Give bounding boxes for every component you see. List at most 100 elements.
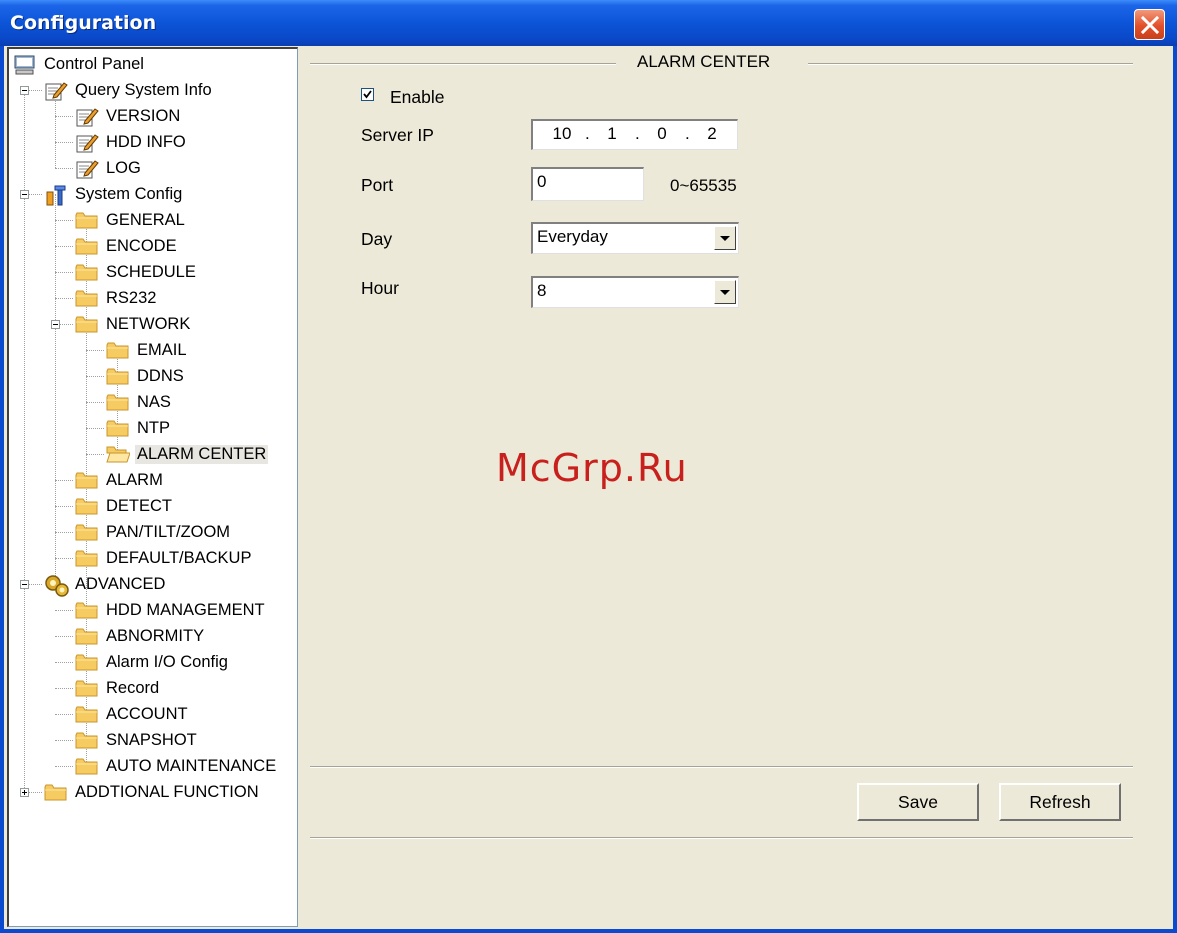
tree-connector-line: [55, 636, 73, 637]
tree-connector-line: [86, 376, 104, 377]
tree-item-network[interactable]: NETWORK: [9, 313, 297, 335]
tree-item-account[interactable]: ACCOUNT: [9, 703, 297, 725]
tree-connector-line: [55, 714, 73, 715]
tree-connector-line: [55, 662, 73, 663]
monitor-icon: [13, 54, 37, 81]
tree-item-detect[interactable]: DETECT: [9, 495, 297, 517]
folder-icon: [75, 626, 99, 651]
tree-connector-line: [55, 298, 73, 299]
tree-item-default-backup[interactable]: DEFAULT/BACKUP: [9, 547, 297, 569]
enable-label: Enable: [390, 87, 445, 107]
tree-connector-line: [55, 480, 73, 481]
hour-dropdown-button[interactable]: [714, 280, 736, 304]
collapse-icon[interactable]: [51, 320, 60, 329]
tree-item-ntp[interactable]: NTP: [9, 417, 297, 439]
notepad-icon: [75, 158, 99, 185]
port-input[interactable]: 0: [531, 167, 644, 201]
tree-item-label: System Config: [75, 185, 183, 203]
tree-item-schedule[interactable]: SCHEDULE: [9, 261, 297, 283]
tree-item-auto-maintenance[interactable]: AUTO MAINTENANCE: [9, 755, 297, 777]
folder-icon: [75, 756, 99, 781]
notepad-icon: [75, 132, 99, 159]
notepad-icon: [44, 80, 68, 107]
tree-item-alarm[interactable]: ALARM: [9, 469, 297, 491]
folder-icon: [75, 730, 99, 755]
section-title: ALARM CENTER: [637, 52, 771, 71]
ip-octet-4[interactable]: 2: [697, 124, 727, 144]
tree-item-rs232[interactable]: RS232: [9, 287, 297, 309]
expand-icon[interactable]: [20, 788, 29, 797]
day-select[interactable]: Everyday: [531, 222, 739, 254]
tree-item-label: PAN/TILT/ZOOM: [106, 523, 231, 541]
server-ip-label: Server IP: [361, 125, 434, 145]
folder-icon: [75, 652, 99, 677]
tree-item-hdd-info[interactable]: HDD INFO: [9, 131, 297, 153]
tree-item-general[interactable]: GENERAL: [9, 209, 297, 231]
tree-item-control-panel[interactable]: Control Panel: [9, 53, 297, 75]
tools-icon: [44, 184, 68, 211]
day-dropdown-button[interactable]: [714, 226, 736, 250]
tree-item-label: AUTO MAINTENANCE: [106, 757, 277, 775]
collapse-icon[interactable]: [20, 580, 29, 589]
save-button[interactable]: Save: [857, 783, 979, 821]
tree-item-email[interactable]: EMAIL: [9, 339, 297, 361]
folder-icon: [75, 314, 99, 339]
tree-item-label: Record: [106, 679, 160, 697]
alarm-center-panel: ALARM CENTER Enable Server IP 10 . 1 . 0…: [302, 46, 1173, 929]
chevron-down-icon: [720, 290, 730, 295]
window-title: Configuration: [10, 12, 157, 34]
refresh-button[interactable]: Refresh: [999, 783, 1121, 821]
tree-item-alarm-center[interactable]: ALARM CENTER: [9, 443, 297, 465]
tree-item-alarm-i-o-config[interactable]: Alarm I/O Config: [9, 651, 297, 673]
tree-item-label: ALARM CENTER: [135, 445, 269, 464]
tree-item-record[interactable]: Record: [9, 677, 297, 699]
tree-item-system-config[interactable]: System Config: [9, 183, 297, 206]
folder-icon: [75, 704, 99, 729]
day-label: Day: [361, 229, 393, 249]
folder-icon: [75, 548, 99, 573]
tree-item-label: LOG: [106, 159, 141, 177]
folder-icon: [75, 236, 99, 261]
folder-icon: [75, 288, 99, 313]
ip-octet-1[interactable]: 10: [547, 124, 577, 144]
tree-item-encode[interactable]: ENCODE: [9, 235, 297, 257]
server-ip-input[interactable]: 10 . 1 . 0 . 2: [531, 119, 738, 150]
tree-item-abnormity[interactable]: ABNORMITY: [9, 625, 297, 647]
section-divider-left: [310, 63, 616, 65]
collapse-icon[interactable]: [20, 86, 29, 95]
tree-item-ddns[interactable]: DDNS: [9, 365, 297, 387]
tree-connector-line: [86, 350, 104, 351]
tree-connector-line: [55, 558, 73, 559]
port-range-hint: 0~65535: [670, 176, 737, 195]
tree-item-advanced[interactable]: ADVANCED: [9, 573, 297, 597]
tree-item-addtional-function[interactable]: ADDTIONAL FUNCTION: [9, 781, 297, 803]
tree-item-nas[interactable]: NAS: [9, 391, 297, 413]
close-button[interactable]: [1134, 9, 1165, 40]
tree-item-pan-tilt-zoom[interactable]: PAN/TILT/ZOOM: [9, 521, 297, 543]
section-divider-right: [808, 63, 1133, 65]
checkmark-icon: [363, 90, 372, 99]
tree-item-log[interactable]: LOG: [9, 157, 297, 179]
folder-icon: [106, 418, 130, 443]
enable-checkbox[interactable]: [361, 88, 374, 101]
folder-icon: [106, 366, 130, 391]
folder-icon: [75, 496, 99, 521]
tree-item-label: NTP: [137, 419, 170, 437]
hour-select[interactable]: 8: [531, 276, 739, 308]
ip-octet-3[interactable]: 0: [647, 124, 677, 144]
tree-item-version[interactable]: VERSION: [9, 105, 297, 127]
tree-connector-line: [55, 740, 73, 741]
chevron-down-icon: [720, 236, 730, 241]
tree-item-label: RS232: [106, 289, 157, 307]
collapse-icon[interactable]: [20, 190, 29, 199]
tree-item-label: ADVANCED: [75, 575, 166, 593]
tree-item-snapshot[interactable]: SNAPSHOT: [9, 729, 297, 751]
tree-item-query-system-info[interactable]: Query System Info: [9, 79, 297, 101]
config-tree[interactable]: Control Panel Query System Info VERSION HDD…: [7, 47, 298, 927]
ip-octet-2[interactable]: 1: [597, 124, 627, 144]
port-label: Port: [361, 175, 394, 195]
hour-label: Hour: [361, 278, 399, 298]
tree-item-hdd-management[interactable]: HDD MANAGEMENT: [9, 599, 297, 621]
tree-item-label: GENERAL: [106, 211, 185, 229]
title-bar[interactable]: Configuration: [0, 0, 1177, 46]
